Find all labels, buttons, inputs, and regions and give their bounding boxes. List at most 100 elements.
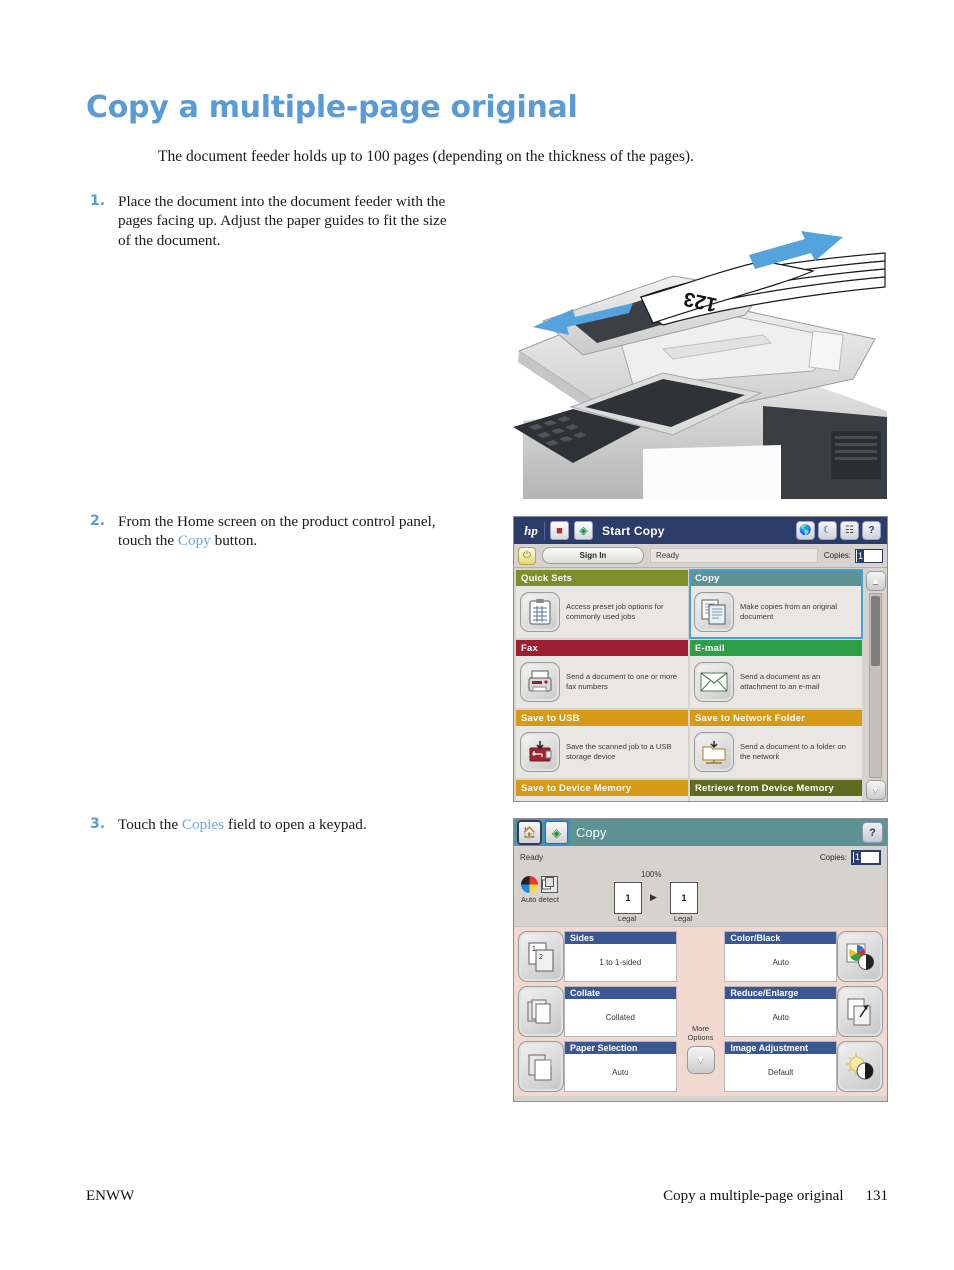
option-image-adjustment-value: Default — [768, 1068, 794, 1077]
option-image-adjustment-body: Image Adjustment Default — [724, 1041, 837, 1092]
home-status-bar: ⏻ Sign In Ready Copies: 1 — [514, 544, 887, 568]
option-reduce-enlarge[interactable]: Reduce/Enlarge Auto — [724, 986, 883, 1037]
network-icon[interactable]: ☷ — [840, 521, 859, 540]
tile-copy[interactable]: Copy Make copies from an original docume… — [689, 569, 863, 639]
scroll-up-icon[interactable]: ▲ — [865, 571, 886, 591]
tile-email[interactable]: E-mail Send a document as an attachment … — [690, 640, 862, 708]
help-icon[interactable]: ? — [862, 822, 883, 843]
home-header: hp ■ ◈ Start Copy 🌎 ☾ ☷ ? — [514, 517, 887, 544]
copy-icon — [694, 592, 734, 632]
page-title: Copy a multiple-page original — [86, 90, 578, 125]
auto-detect-label: Auto detect — [521, 895, 559, 904]
more-options-column: More Options ▼ — [679, 931, 723, 1092]
copy-copies-label: Copies: — [819, 852, 847, 862]
home-copies-group[interactable]: Copies: 1 — [824, 548, 883, 563]
step-2-number: 2. — [90, 513, 106, 529]
tile-save-to-network-folder-body: Send a document to a folder on the netwo… — [690, 726, 862, 778]
step-2-text-after: button. — [210, 532, 258, 550]
scale-percent: 100% — [641, 870, 662, 879]
more-options-label: More Options — [687, 1024, 714, 1042]
tile-quick-sets[interactable]: Quick Sets Access preset job options for… — [516, 570, 688, 638]
option-reduce-enlarge-title: Reduce/Enlarge — [725, 987, 836, 999]
tile-save-to-usb-body: Save the scanned job to a USB storage de… — [516, 726, 688, 778]
tile-email-body: Send a document as an attachment to an e… — [690, 656, 862, 708]
sign-in-button[interactable]: Sign In — [542, 547, 644, 564]
network-folder-icon — [694, 732, 734, 772]
tile-save-to-network-folder-desc: Send a document to a folder on the netwo… — [740, 741, 846, 761]
step-3-text: Touch the Copies field to open a keypad. — [118, 815, 367, 834]
step-3-text-after: field to open a keypad. — [224, 816, 367, 833]
tile-fax-desc: Send a document to one or more fax numbe… — [566, 671, 678, 691]
tile-save-to-network-folder[interactable]: Save to Network Folder Send a document t… — [690, 710, 862, 778]
stop-icon[interactable]: ■ — [550, 521, 569, 540]
start-icon[interactable]: ◈ — [574, 521, 593, 540]
home-scrollbar[interactable]: ▲ ▼ — [864, 568, 887, 801]
copy-copies-group[interactable]: Copies: 1 — [819, 849, 881, 865]
control-panel-copy-screen[interactable]: 🏠 ◈ Copy ? Ready Copies: 1 Auto detect 1… — [513, 818, 888, 1102]
globe-icon[interactable]: 🌎 — [796, 521, 815, 540]
step-3-number: 3. — [90, 816, 106, 832]
tile-save-to-device-memory-title: Save to Device Memory — [516, 780, 688, 796]
start-icon[interactable]: ◈ — [543, 819, 570, 846]
copy-options-right-column: Color/Black Auto Reduce/Enlarge Auto Ima… — [724, 931, 883, 1092]
option-reduce-enlarge-value: Auto — [772, 1013, 789, 1022]
paper-selection-icon — [518, 1041, 564, 1092]
footer-page-number: 131 — [865, 1188, 889, 1204]
chevron-down-icon[interactable]: ▼ — [686, 1046, 715, 1074]
help-icon[interactable]: ? — [862, 521, 881, 540]
option-sides-value: 1 to 1-sided — [599, 958, 642, 967]
fax-icon — [520, 662, 560, 702]
option-color-black-title: Color/Black — [725, 932, 836, 944]
home-copies-input[interactable]: 1 — [855, 548, 883, 563]
copy-options-left-column: 12 Sides 1 to 1-sided Collate Collated P… — [518, 931, 677, 1092]
copy-header: 🏠 ◈ Copy ? — [514, 819, 887, 846]
tile-fax[interactable]: Fax Send a document to one or more fax n… — [516, 640, 688, 708]
dest-page-thumb: 1 — [670, 882, 698, 914]
tile-email-title: E-mail — [690, 640, 862, 656]
source-page-size: Legal — [617, 914, 637, 923]
copies-field[interactable]: 1 — [851, 849, 881, 865]
power-icon[interactable]: ⏻ — [518, 546, 536, 565]
option-image-adjustment[interactable]: Image Adjustment Default — [724, 1041, 883, 1092]
source-page-thumb: 1 — [614, 882, 642, 914]
home-copies-value: 1 — [857, 549, 865, 562]
scroll-thumb[interactable] — [871, 596, 880, 666]
option-collate[interactable]: Collate Collated — [518, 986, 677, 1037]
tile-save-to-usb-desc: Save the scanned job to a USB storage de… — [566, 741, 672, 761]
tile-save-to-device-memory[interactable]: Save to Device Memory — [516, 780, 688, 801]
footer-left: ENWW — [86, 1188, 135, 1204]
option-sides[interactable]: 12 Sides 1 to 1-sided — [518, 931, 677, 982]
step-2-ui-reference: Copy — [177, 532, 211, 550]
hp-logo: hp — [518, 520, 545, 541]
tile-save-to-usb-title: Save to USB — [516, 710, 688, 726]
option-color-black[interactable]: Color/Black Auto — [724, 931, 883, 982]
option-color-black-value: Auto — [772, 958, 789, 967]
tile-save-to-device-memory-body — [516, 796, 688, 801]
copy-copies-value: 1 — [854, 851, 862, 863]
usb-icon — [520, 732, 560, 772]
footer-section-title: Copy a multiple-page original — [663, 1188, 844, 1204]
option-collate-body: Collate Collated — [564, 986, 677, 1037]
home-header-icons: 🌎 ☾ ☷ ? — [796, 521, 883, 540]
tile-copy-body: Make copies from an original document — [690, 586, 862, 638]
email-icon — [694, 662, 734, 702]
scroll-track[interactable] — [869, 593, 882, 778]
status-text: Ready — [650, 548, 818, 563]
step-3-ui-reference: Copies — [181, 816, 225, 833]
step-1-text: Place the document into the document fee… — [118, 193, 447, 249]
home-icon[interactable]: 🏠 — [518, 821, 541, 844]
tile-save-to-usb[interactable]: Save to USB Save the scanned job to a US… — [516, 710, 688, 778]
tile-retrieve-from-device-memory[interactable]: Retrieve from Device Memory — [690, 780, 862, 801]
option-paper-selection[interactable]: Paper Selection Auto — [518, 1041, 677, 1092]
printer-document-feeder-photo: 123 — [513, 231, 888, 501]
step-1-number: 1. — [90, 193, 106, 209]
tile-fax-body: Send a document to one or more fax numbe… — [516, 656, 688, 708]
tile-quick-sets-desc: Access preset job options for commonly u… — [566, 601, 664, 621]
scroll-down-icon[interactable]: ▼ — [865, 780, 886, 800]
control-panel-home-screen[interactable]: hp ■ ◈ Start Copy 🌎 ☾ ☷ ? ⏻ Sign In Read… — [513, 516, 888, 802]
step-3: 3. Touch the Copies field to open a keyp… — [90, 815, 470, 834]
page-stack-icon — [541, 876, 558, 893]
option-sides-body: Sides 1 to 1-sided — [564, 931, 677, 982]
sleep-icon[interactable]: ☾ — [818, 521, 837, 540]
color-wheel-icon — [521, 876, 538, 893]
